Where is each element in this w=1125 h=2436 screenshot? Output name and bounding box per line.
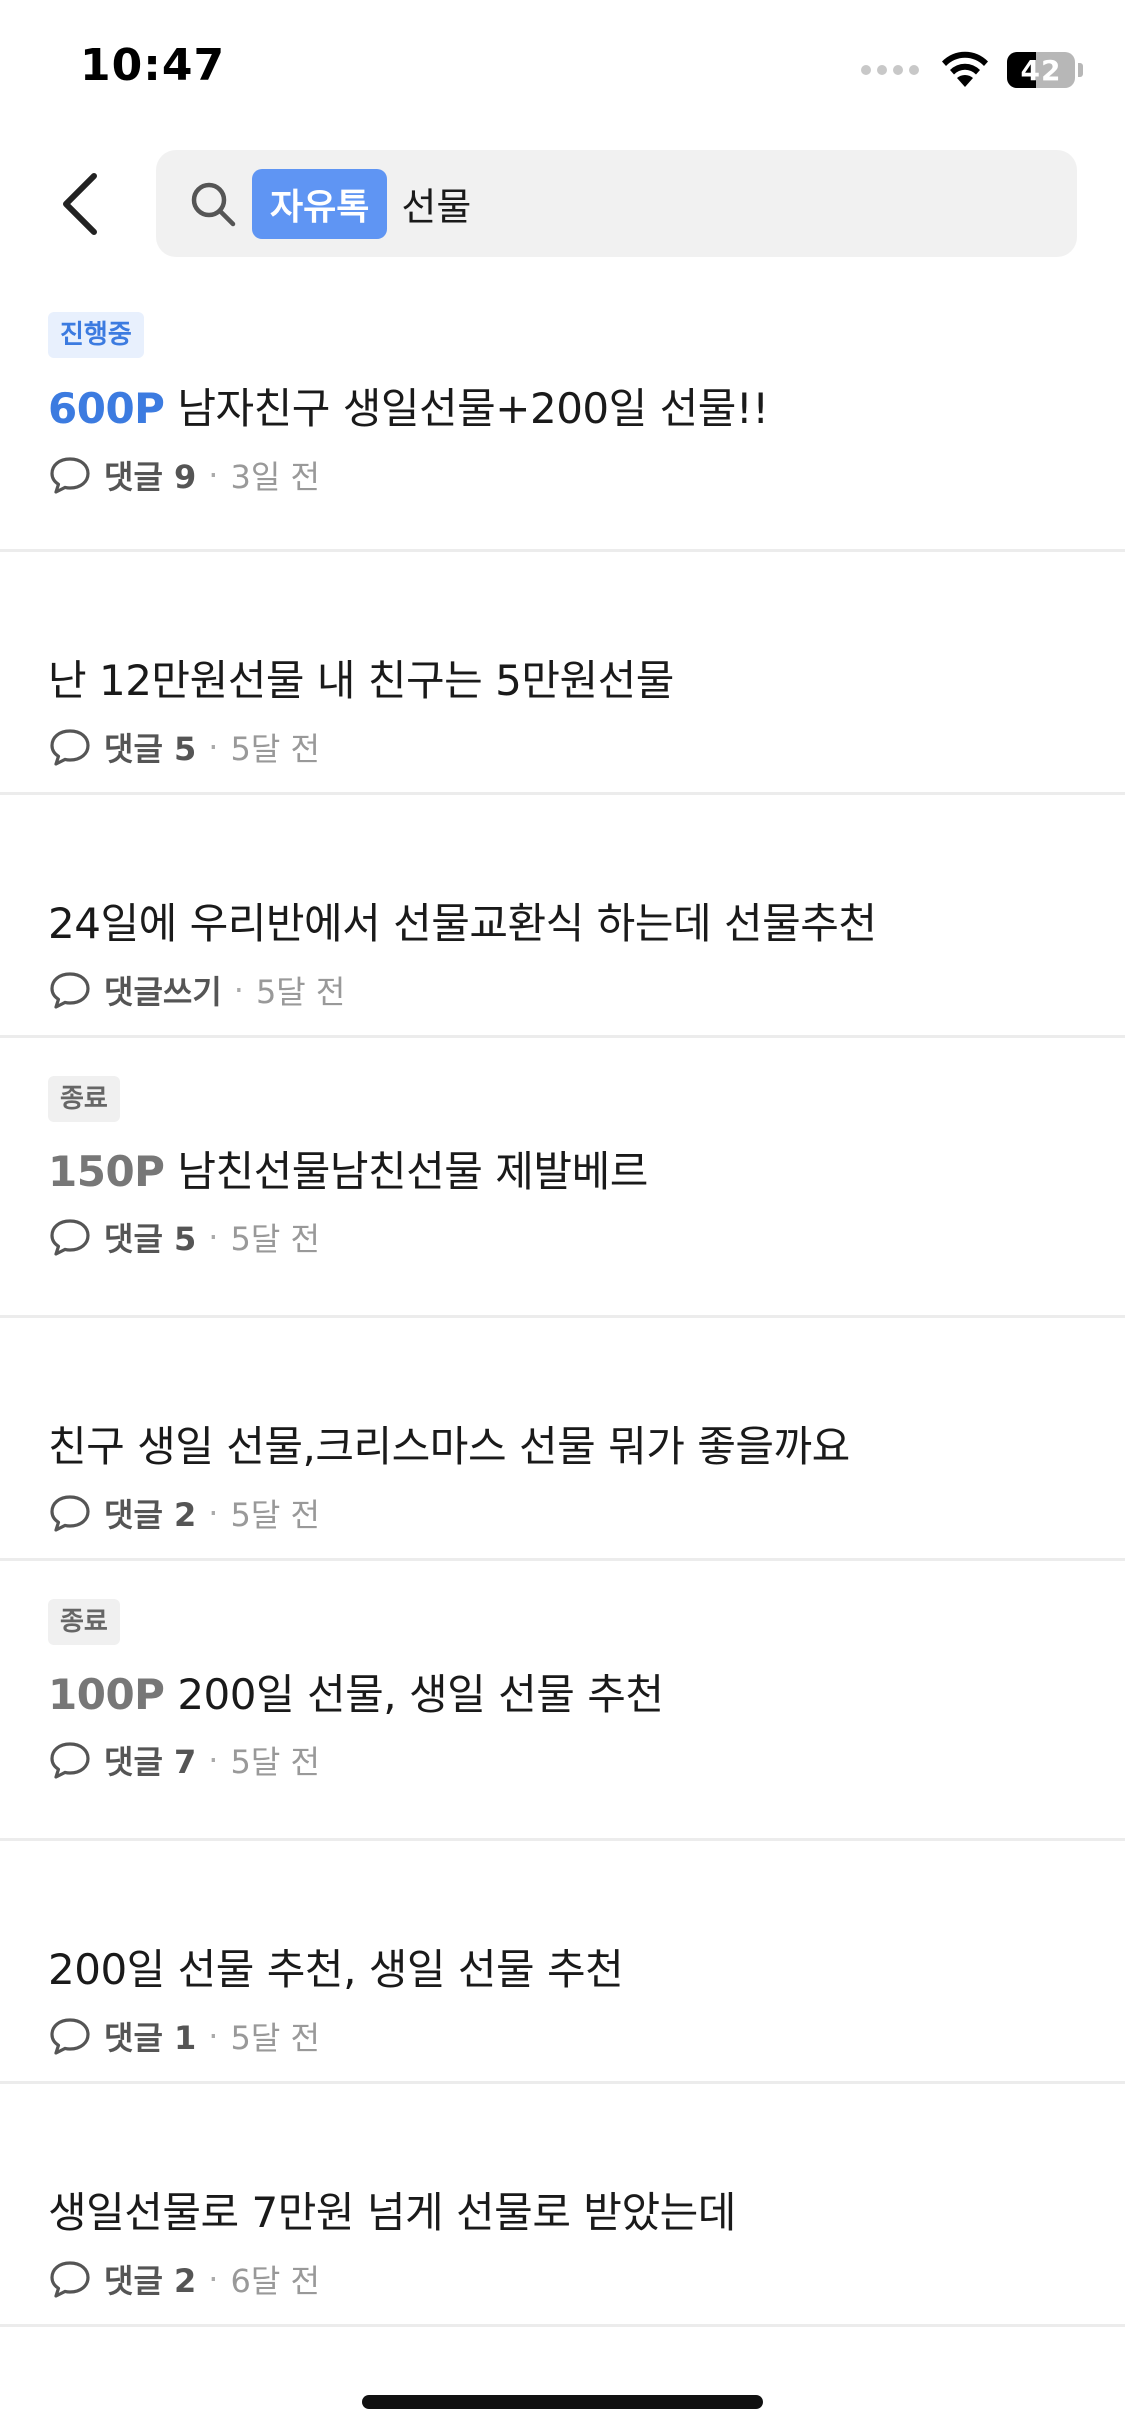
reward-points: 600P	[48, 384, 165, 433]
wifi-icon	[942, 51, 988, 87]
battery-level: 42	[1020, 53, 1062, 87]
status-badge: 진행중	[48, 312, 144, 358]
status-time: 10:47	[80, 40, 226, 91]
post-title-text: 200일 선물, 생일 선물 추천	[177, 1670, 664, 1719]
battery-icon: 42	[1007, 52, 1075, 88]
search-input[interactable]: 자유톡 선물	[156, 150, 1077, 257]
separator-dot: ·	[208, 1218, 219, 1256]
status-badge: 종료	[48, 1599, 120, 1645]
post-title[interactable]: 150P 남친선물남친선물 제발베르	[48, 1138, 648, 1199]
comment-count[interactable]: 댓글 2	[104, 2256, 196, 2302]
post-meta: 댓글 5 · 5달 전	[48, 724, 320, 770]
post-meta: 댓글 2 · 6달 전	[48, 2256, 320, 2302]
post-time: 5달 전	[230, 730, 320, 768]
post-time: 5달 전	[255, 973, 346, 1011]
search-header: 자유톡 선물	[0, 150, 1125, 258]
separator-dot: ·	[208, 728, 219, 766]
post-meta: 댓글 2 · 5달 전	[48, 1490, 320, 1536]
status-badge: 종료	[48, 1076, 120, 1122]
post-time: 5달 전	[230, 1220, 320, 1258]
post-item[interactable]: 종료 100P 200일 선물, 생일 선물 추천댓글 7 · 5달 전	[0, 1561, 1125, 1841]
post-item[interactable]: 난 12만원선물 내 친구는 5만원선물댓글 5 · 5달 전	[0, 552, 1125, 795]
post-title-text: 난 12만원선물 내 친구는 5만원선물	[48, 656, 674, 705]
post-title-text: 친구 생일 선물,크리스마스 선물 뭐가 좋을까요	[48, 1422, 850, 1471]
post-title[interactable]: 600P 남자친구 생일선물+200일 선물!!	[48, 375, 769, 436]
post-title-text: 남친선물남친선물 제발베르	[177, 1147, 648, 1196]
post-title[interactable]: 생일선물로 7만원 넘게 선물로 받았는데	[48, 2179, 736, 2240]
cellular-signal-icon	[861, 65, 919, 75]
post-title[interactable]: 난 12만원선물 내 친구는 5만원선물	[48, 647, 674, 708]
search-icon	[191, 182, 236, 226]
reward-points: 150P	[48, 1147, 165, 1196]
post-title-text: 생일선물로 7만원 넘게 선물로 받았는데	[48, 2188, 736, 2237]
post-meta: 댓글 5 · 5달 전	[48, 1214, 320, 1260]
reward-points: 100P	[48, 1670, 165, 1719]
home-indicator[interactable]	[362, 2395, 763, 2409]
post-title-text: 200일 선물 추천, 생일 선물 추천	[48, 1945, 624, 1994]
post-title[interactable]: 100P 200일 선물, 생일 선물 추천	[48, 1661, 664, 1722]
separator-dot: ·	[208, 456, 219, 494]
post-meta: 댓글 9 · 3일 전	[48, 452, 320, 498]
post-item[interactable]: 200일 선물 추천, 생일 선물 추천댓글 1 · 5달 전	[0, 1841, 1125, 2084]
post-title[interactable]: 200일 선물 추천, 생일 선물 추천	[48, 1936, 624, 1997]
post-list: 진행중 600P 남자친구 생일선물+200일 선물!! 댓글 9 · 3일 전난 12…	[0, 300, 1125, 2327]
comment-count[interactable]: 댓글 7	[104, 1737, 196, 1783]
comment-count[interactable]: 댓글쓰기	[104, 967, 222, 1013]
post-title[interactable]: 24일에 우리반에서 선물교환식 하는데 선물추천	[48, 890, 877, 951]
post-time: 5달 전	[230, 2019, 320, 2057]
post-item[interactable]: 24일에 우리반에서 선물교환식 하는데 선물추천댓글쓰기 · 5달 전	[0, 795, 1125, 1038]
comment-bubble-icon	[50, 1495, 90, 1532]
post-title[interactable]: 친구 생일 선물,크리스마스 선물 뭐가 좋을까요	[48, 1413, 850, 1474]
comment-bubble-icon	[50, 2018, 90, 2055]
post-time: 6달 전	[230, 2262, 320, 2300]
post-item[interactable]: 종료 150P 남친선물남친선물 제발베르댓글 5 · 5달 전	[0, 1038, 1125, 1318]
comment-count[interactable]: 댓글 2	[104, 1490, 196, 1536]
post-meta: 댓글 1 · 5달 전	[48, 2013, 320, 2059]
comment-bubble-icon	[50, 972, 90, 1009]
board-filter-chip[interactable]: 자유톡	[252, 168, 388, 239]
comment-bubble-icon	[50, 457, 90, 494]
post-item[interactable]: 진행중 600P 남자친구 생일선물+200일 선물!! 댓글 9 · 3일 전	[0, 300, 1125, 552]
separator-dot: ·	[208, 1741, 219, 1779]
post-title-text: 24일에 우리반에서 선물교환식 하는데 선물추천	[48, 899, 877, 948]
separator-dot: ·	[208, 1494, 219, 1532]
search-query-text[interactable]: 선물	[401, 176, 471, 231]
comment-count[interactable]: 댓글 5	[104, 724, 196, 770]
comment-count[interactable]: 댓글 9	[104, 452, 196, 498]
back-button[interactable]	[50, 168, 110, 240]
status-indicators: 42	[861, 50, 1083, 90]
post-meta: 댓글쓰기 · 5달 전	[48, 967, 345, 1013]
separator-dot: ·	[233, 971, 244, 1009]
comment-bubble-icon	[50, 2261, 90, 2298]
chevron-left-icon	[63, 173, 97, 235]
comment-count[interactable]: 댓글 5	[104, 1214, 196, 1260]
comment-bubble-icon	[50, 729, 90, 766]
comment-bubble-icon	[50, 1742, 90, 1779]
comment-count[interactable]: 댓글 1	[104, 2013, 196, 2059]
post-item[interactable]: 생일선물로 7만원 넘게 선물로 받았는데댓글 2 · 6달 전	[0, 2084, 1125, 2327]
post-time: 5달 전	[230, 1743, 320, 1781]
post-time: 3일 전	[230, 458, 320, 496]
post-meta: 댓글 7 · 5달 전	[48, 1737, 320, 1783]
comment-bubble-icon	[50, 1219, 90, 1256]
separator-dot: ·	[208, 2017, 219, 2055]
post-item[interactable]: 친구 생일 선물,크리스마스 선물 뭐가 좋을까요댓글 2 · 5달 전	[0, 1318, 1125, 1561]
status-bar: 10:47 42	[0, 0, 1125, 140]
separator-dot: ·	[208, 2260, 219, 2298]
post-title-text: 남자친구 생일선물+200일 선물!!	[177, 384, 769, 433]
post-time: 5달 전	[230, 1496, 320, 1534]
